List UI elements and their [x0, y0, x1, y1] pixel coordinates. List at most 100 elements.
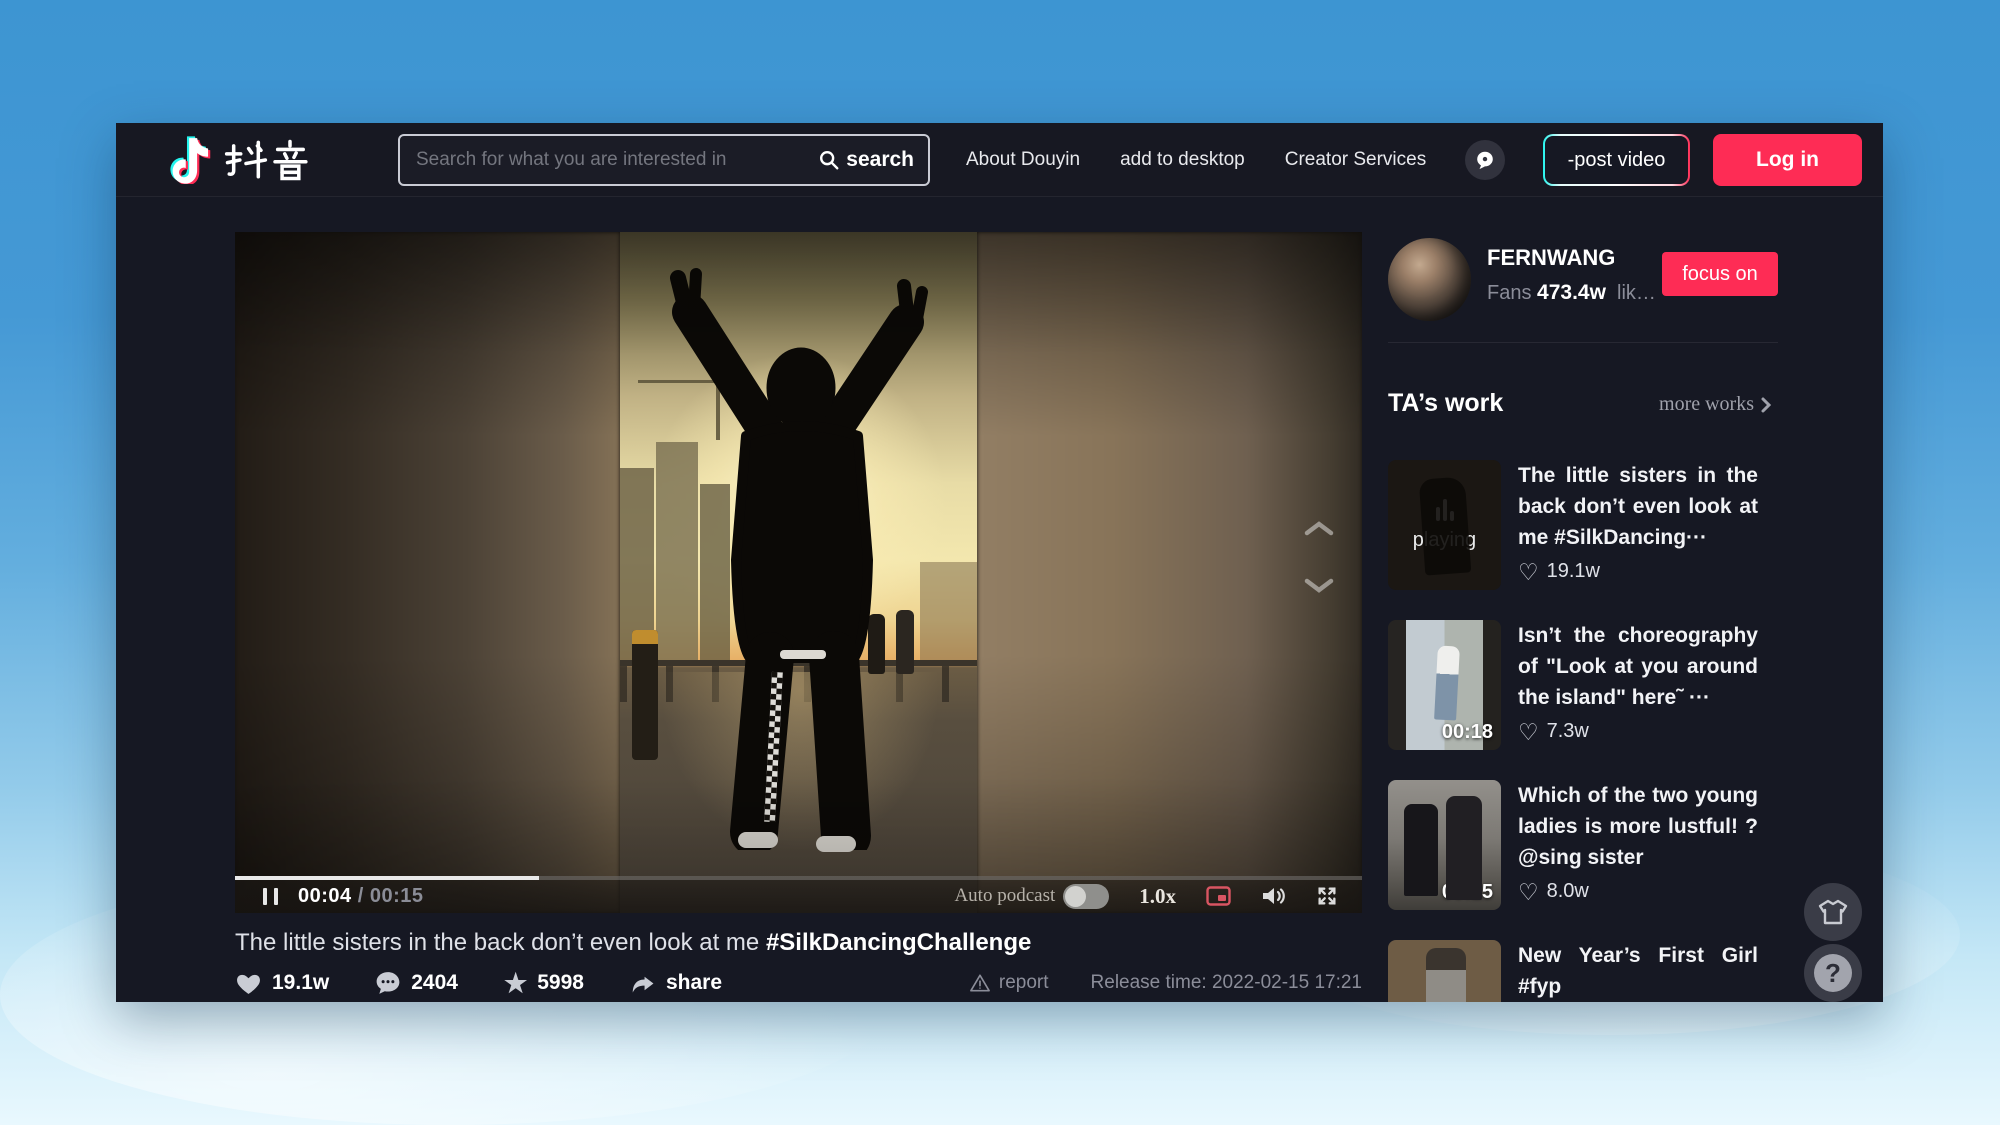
volume-button[interactable]: [1261, 885, 1286, 907]
next-video-button[interactable]: [1302, 577, 1336, 598]
video-player[interactable]: 00:04 / 00:15 Auto podcast 1.0x: [235, 232, 1362, 913]
search-box: search: [398, 134, 930, 186]
work-duration: 00:18: [1442, 721, 1493, 744]
video-frame: [620, 232, 977, 913]
picture-in-picture-icon: [1206, 886, 1231, 906]
likes-truncated: lik…: [1617, 282, 1656, 304]
fullscreen-icon: [1316, 885, 1338, 907]
shop-button[interactable]: [1804, 883, 1862, 941]
work-text: New Year’s First Girl #fyp: [1518, 940, 1758, 1002]
desktop: 抖音 search About Douyin add to desktop Cr…: [0, 0, 2000, 1125]
time-total: 00:15: [370, 885, 424, 907]
time-current: 00:04: [298, 885, 352, 907]
work-likes: ♡ 7.3w: [1518, 720, 1758, 743]
work-like-count: 8.0w: [1547, 880, 1589, 903]
chevron-right-icon: [1760, 396, 1772, 414]
author-avatar[interactable]: [1388, 238, 1471, 321]
work-title: The little sisters in the back don’t eve…: [1518, 460, 1758, 553]
work-title: New Year’s First Girl #fyp: [1518, 940, 1758, 1002]
comment-count: 2404: [411, 971, 458, 995]
header-nav: About Douyin add to desktop Creator Serv…: [966, 123, 1426, 197]
video-title-text: The little sisters in the back don’t eve…: [235, 929, 766, 956]
report-warning-icon: [969, 973, 991, 993]
star-icon: ★: [504, 971, 527, 995]
like-count: 19.1w: [272, 971, 329, 995]
report-button[interactable]: report: [969, 972, 1049, 994]
search-button-label: search: [846, 148, 914, 172]
search-icon: [818, 149, 840, 171]
work-item[interactable]: 00:18 Isn’t the choreography of "Look at…: [1388, 620, 1778, 750]
previous-video-button[interactable]: [1302, 519, 1336, 540]
toggle-knob: [1065, 886, 1086, 907]
video-hashtag[interactable]: #SilkDancingChallenge: [766, 929, 1031, 956]
work-title: Which of the two young ladies is more lu…: [1518, 780, 1758, 873]
shoe: [816, 836, 856, 852]
follow-button[interactable]: focus on: [1662, 252, 1778, 296]
video-stats: 19.1w 2404 ★ 5998 share: [235, 971, 1362, 995]
video-blur-left: [235, 232, 620, 913]
share-label: share: [666, 971, 722, 995]
sidebar-divider: [1388, 342, 1778, 343]
favorite-button[interactable]: ★ 5998: [504, 971, 584, 995]
author-sidebar: FERNWANG Fans 473.4w lik… focus on TA’s …: [1388, 123, 1778, 1002]
share-button[interactable]: share: [630, 971, 722, 995]
playing-label: playing: [1413, 529, 1476, 552]
auto-podcast-control: Auto podcast: [954, 884, 1109, 909]
work-item[interactable]: 00:15 Which of the two young ladies is m…: [1388, 780, 1778, 910]
release-time: Release time: 2022-02-15 17:21: [1091, 972, 1362, 994]
auto-podcast-label: Auto podcast: [954, 885, 1055, 907]
like-button[interactable]: 19.1w: [235, 971, 329, 995]
fans-label: Fans: [1487, 282, 1531, 304]
work-item-playing[interactable]: playing The little sisters in the back d…: [1388, 460, 1778, 590]
share-icon: [630, 972, 656, 995]
progress-fill: [235, 876, 539, 880]
work-thumbnail: playing: [1388, 460, 1501, 590]
auto-podcast-toggle[interactable]: [1063, 884, 1109, 909]
tshirt-icon: [1817, 898, 1849, 926]
shoe: [738, 832, 778, 848]
pause-button[interactable]: [259, 884, 282, 909]
comment-icon: [375, 971, 401, 995]
heart-outline-icon: ♡: [1518, 882, 1539, 902]
author-stats: Fans 473.4w lik…: [1487, 281, 1656, 305]
picture-in-picture-button[interactable]: [1206, 886, 1231, 906]
work-thumbnail: 00:18: [1388, 620, 1501, 750]
work-title: Isn’t the choreography of "Look at you a…: [1518, 620, 1758, 713]
author-name[interactable]: FERNWANG: [1487, 245, 1615, 271]
heart-icon: [235, 971, 262, 995]
comment-button[interactable]: 2404: [375, 971, 458, 995]
time-display: 00:04 / 00:15: [298, 885, 423, 908]
time-separator: /: [352, 885, 370, 907]
playback-speed-button[interactable]: 1.0x: [1139, 884, 1176, 909]
work-text: Isn’t the choreography of "Look at you a…: [1518, 620, 1758, 750]
search-input[interactable]: [400, 149, 810, 171]
help-button[interactable]: ?: [1804, 944, 1862, 1002]
work-likes: ♡19.1w: [1518, 560, 1758, 583]
fullscreen-button[interactable]: [1316, 885, 1338, 907]
works-list: playing The little sisters in the back d…: [1388, 460, 1778, 1002]
nav-add-to-desktop[interactable]: add to desktop: [1120, 149, 1245, 171]
work-thumbnail: [1388, 940, 1501, 1002]
question-mark-icon: ?: [1814, 954, 1852, 992]
work-item[interactable]: New Year’s First Girl #fyp: [1388, 940, 1778, 1002]
work-thumbnail: 00:15: [1388, 780, 1501, 910]
douyin-note-icon: [170, 136, 212, 184]
video-title: The little sisters in the back don’t eve…: [235, 929, 1362, 957]
playing-overlay: playing: [1388, 460, 1501, 590]
video-blur-right: [977, 232, 1362, 913]
progress-bar[interactable]: [235, 876, 1362, 880]
nav-about-douyin[interactable]: About Douyin: [966, 149, 1080, 171]
work-like-count: 7.3w: [1547, 720, 1589, 743]
more-works-link[interactable]: more works: [1659, 393, 1772, 416]
works-heading: TA’s work: [1388, 389, 1503, 418]
douyin-window: 抖音 search About Douyin add to desktop Cr…: [116, 123, 1883, 1002]
controls-right: Auto podcast 1.0x: [954, 884, 1338, 909]
chevron-up-icon: [1302, 519, 1336, 537]
chevron-down-icon: [1302, 577, 1336, 595]
work-text: The little sisters in the back don’t eve…: [1518, 460, 1758, 590]
douyin-logo[interactable]: 抖音: [170, 135, 314, 185]
fans-count: 473.4w: [1537, 281, 1606, 304]
search-button[interactable]: search: [810, 136, 928, 184]
heart-outline-icon: ♡: [1518, 722, 1539, 742]
equalizer-icon: [1436, 499, 1454, 521]
